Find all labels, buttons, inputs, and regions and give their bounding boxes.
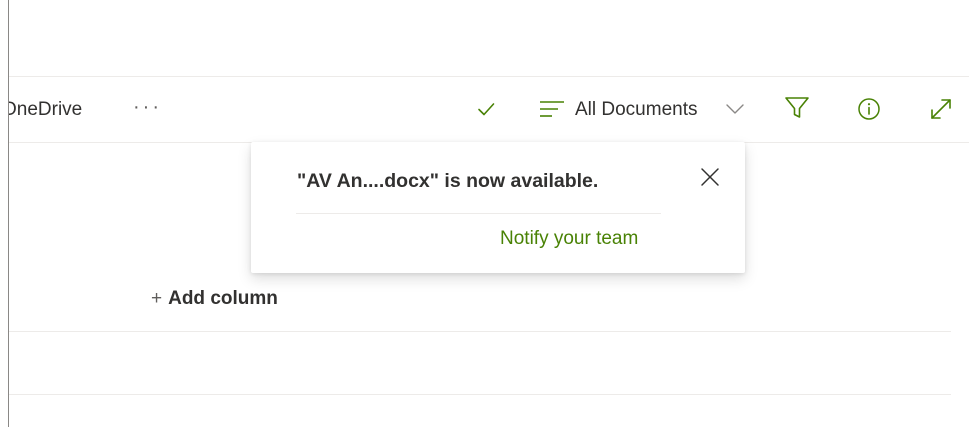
info-icon[interactable] (857, 97, 881, 121)
plus-icon: + (151, 288, 163, 309)
add-column-button[interactable]: + Add column (151, 288, 278, 310)
list-row-divider (9, 331, 951, 332)
filter-icon[interactable] (784, 96, 810, 120)
notify-team-link[interactable]: Notify your team (500, 228, 638, 250)
checkmark-icon[interactable] (476, 99, 496, 119)
view-selector-button[interactable]: All Documents (537, 94, 749, 126)
list-row-divider (9, 394, 951, 395)
chevron-down-icon (726, 104, 744, 114)
command-bar-top-divider (9, 76, 969, 77)
list-lines-icon (540, 101, 564, 117)
close-icon[interactable] (699, 166, 721, 188)
notification-message: "AV An....docx" is now available. (297, 170, 599, 192)
notification-toast: "AV An....docx" is now available. Notify… (251, 142, 745, 273)
command-bar-location[interactable]: OneDrive (9, 99, 95, 121)
add-column-label: Add column (168, 288, 278, 309)
notification-divider (296, 213, 661, 214)
window-left-border (8, 0, 9, 427)
view-label: All Documents (575, 99, 698, 120)
more-options-button[interactable]: ··· (133, 96, 162, 119)
location-label: OneDrive (9, 99, 83, 120)
expand-icon[interactable] (929, 97, 953, 121)
